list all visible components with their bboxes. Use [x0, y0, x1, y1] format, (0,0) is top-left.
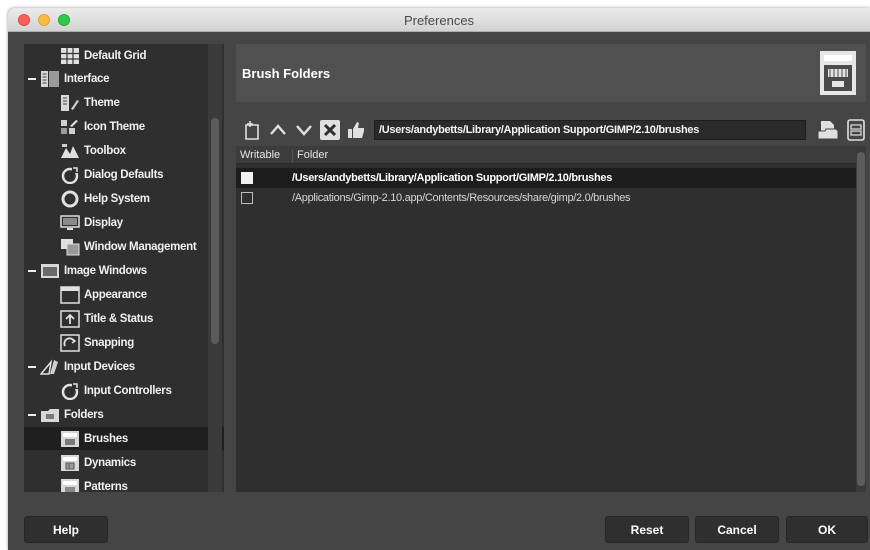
grid-icon [61, 47, 79, 64]
tree-item-brushes[interactable]: Brushes [24, 427, 224, 450]
snapping-icon [60, 333, 80, 352]
window-title: Preferences [403, 13, 475, 28]
input-controllers-icon [61, 382, 79, 400]
table-row[interactable]: /Users/andybetts/Library/Application Sup… [236, 168, 856, 188]
writable-checkbox[interactable] [241, 192, 253, 204]
brushes-folder-icon [820, 51, 856, 95]
tree-item-input-controllers[interactable]: Input Controllers [24, 379, 224, 402]
theme-icon [61, 94, 79, 111]
tree-item-input-devices[interactable]: Input Devices [24, 355, 224, 378]
folder-path-input[interactable]: /Users/andybetts/Library/Application Sup… [374, 120, 806, 140]
tree-item-help-system[interactable]: Help System [24, 187, 224, 210]
new-folder-button[interactable] [240, 118, 264, 142]
tree-item-title-status[interactable]: Title & Status [24, 307, 224, 330]
collapse-icon[interactable] [28, 365, 36, 368]
title-status-icon [60, 309, 80, 328]
preferences-tree: Default Grid Interface Theme Icon Theme … [24, 44, 224, 492]
page-header: Brush Folders [236, 44, 866, 102]
chevron-down-icon [296, 125, 312, 136]
display-icon [60, 214, 80, 230]
list-scrollbar-thumb[interactable] [857, 152, 865, 486]
help-button[interactable]: Help [24, 516, 108, 543]
tree-item-dialog-defaults[interactable]: Dialog Defaults [24, 163, 224, 186]
tree-scrollbar-thumb[interactable] [211, 118, 219, 344]
tree-item-appearance[interactable]: Appearance [24, 283, 224, 306]
column-folder[interactable]: Folder [292, 149, 328, 163]
tree-item-display[interactable]: Display [24, 211, 224, 234]
tree-item-folders[interactable]: Folders [24, 403, 224, 426]
move-up-button[interactable] [266, 118, 290, 142]
folder-list: Writable Folder /Users/andybetts/Library… [236, 146, 856, 492]
set-writable-button[interactable] [344, 118, 368, 142]
tree-scrollbar[interactable] [208, 44, 222, 492]
toolbox-icon [61, 143, 79, 158]
tree-item-theme[interactable]: Theme [24, 91, 224, 114]
brushes-folder-icon [61, 430, 79, 447]
interface-icon [41, 70, 59, 87]
tree-item-dynamics[interactable]: Dynamics [24, 451, 224, 474]
input-devices-icon [40, 358, 58, 375]
folder-toolbar: /Users/andybetts/Library/Application Sup… [236, 118, 866, 144]
window-management-icon [61, 238, 80, 255]
image-windows-icon [41, 263, 59, 278]
reset-button[interactable]: Reset [605, 516, 689, 543]
thumbs-up-icon [348, 122, 364, 138]
open-folder-icon [817, 121, 839, 140]
icon-theme-icon [61, 119, 78, 134]
dialog-defaults-icon [61, 166, 79, 184]
preferences-window: Preferences Default Grid Interface Theme… [8, 8, 870, 550]
delete-icon [320, 120, 340, 140]
chevron-up-icon [270, 124, 286, 135]
help-system-icon [61, 190, 79, 207]
collapse-icon[interactable] [28, 77, 36, 80]
writable-checkbox[interactable] [241, 172, 253, 184]
document-icon [847, 119, 865, 141]
list-header: Writable Folder [236, 146, 856, 164]
title-bar: Preferences [8, 8, 870, 32]
tree-item-snapping[interactable]: Snapping [24, 331, 224, 354]
folder-details-button[interactable] [844, 118, 868, 142]
folders-icon [41, 408, 59, 422]
delete-folder-button[interactable] [318, 118, 342, 142]
tree-item-default-grid[interactable]: Default Grid [24, 44, 224, 67]
tree-item-interface[interactable]: Interface [24, 67, 224, 90]
list-scrollbar[interactable] [856, 146, 866, 492]
patterns-folder-icon [61, 478, 79, 492]
column-writable[interactable]: Writable [240, 149, 280, 161]
move-down-button[interactable] [292, 118, 316, 142]
new-file-icon [245, 121, 259, 140]
folder-path: /Applications/Gimp-2.10.app/Contents/Res… [292, 192, 631, 204]
collapse-icon[interactable] [28, 413, 36, 416]
ok-button[interactable]: OK [786, 516, 868, 543]
tree-item-image-windows[interactable]: Image Windows [24, 259, 224, 282]
appearance-icon [60, 285, 80, 304]
folder-path: /Users/andybetts/Library/Application Sup… [292, 172, 613, 184]
cancel-button[interactable]: Cancel [695, 516, 779, 543]
browse-folder-button[interactable] [816, 118, 840, 142]
tree-item-patterns[interactable]: Patterns [24, 475, 224, 492]
page-title: Brush Folders [242, 66, 331, 81]
tree-item-window-management[interactable]: Window Management [24, 235, 224, 258]
tree-item-icon-theme[interactable]: Icon Theme [24, 115, 224, 138]
tree-item-toolbox[interactable]: Toolbox [24, 139, 224, 162]
table-row[interactable]: /Applications/Gimp-2.10.app/Contents/Res… [236, 188, 856, 208]
collapse-icon[interactable] [28, 269, 36, 272]
dynamics-folder-icon [61, 454, 79, 471]
